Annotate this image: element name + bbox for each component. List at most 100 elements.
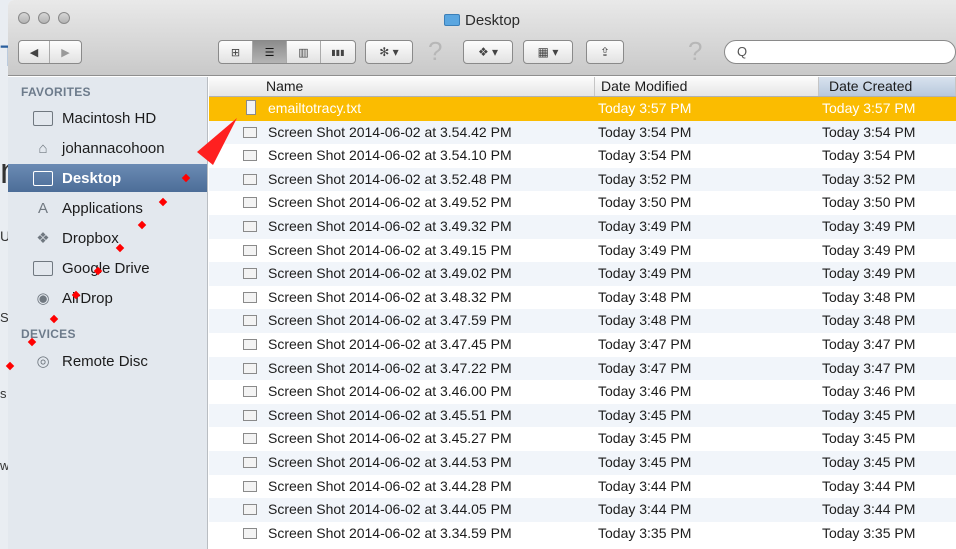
- image-file-icon: [243, 268, 257, 280]
- list-view-button[interactable]: ☰: [253, 41, 287, 63]
- sidebar: FAVORITES Macintosh HD ⌂ johannacohoon D…: [8, 77, 208, 549]
- sidebar-item-label: johannacohoon: [62, 139, 165, 157]
- table-row[interactable]: Screen Shot 2014-06-02 at 3.44.28 PM Toda…: [209, 475, 956, 499]
- date-created: Today 3:45 PM: [822, 430, 916, 447]
- help-icon: ?: [428, 36, 443, 66]
- table-row[interactable]: Screen Shot 2014-06-02 at 3.45.51 PM Toda…: [209, 403, 956, 428]
- column-view-button[interactable]: ▥: [287, 41, 321, 63]
- applications-icon: A: [37, 199, 48, 217]
- table-row[interactable]: Screen Shot 2014-06-02 at 3.44.05 PM Toda…: [209, 498, 956, 522]
- dropbox-menu-button[interactable]: ❖ ▾: [463, 40, 513, 64]
- image-file-icon: [243, 126, 257, 138]
- column-header-date-created[interactable]: Date Created: [819, 77, 956, 96]
- image-file-icon: [243, 527, 257, 539]
- hard-drive-icon: [32, 108, 54, 128]
- date-modified: Today 3:44 PM: [598, 477, 692, 494]
- sidebar-item-home[interactable]: ⌂ johannacohoon: [8, 134, 207, 162]
- file-name: Screen Shot 2014-06-02 at 3.48.32 PM: [268, 288, 512, 305]
- table-row[interactable]: Screen Shot 2014-06-02 at 3.49.32 PM Toda…: [209, 214, 956, 239]
- date-created: Today 3:46 PM: [822, 383, 916, 400]
- date-modified: Today 3:47 PM: [598, 359, 692, 376]
- image-file-icon: [243, 480, 257, 492]
- desktop-icon: [32, 168, 54, 188]
- cover-flow-button[interactable]: ▮▮▮: [321, 41, 355, 63]
- nav-buttons: ◀ ▶: [18, 40, 82, 64]
- table-row[interactable]: Screen Shot 2014-06-02 at 3.34.59 PM Toda…: [209, 522, 956, 546]
- sidebar-item-label: Remote Disc: [62, 352, 148, 370]
- sidebar-item-dropbox[interactable]: ❖ Dropbox: [8, 224, 207, 252]
- table-row[interactable]: Screen Shot 2014-06-02 at 3.49.52 PM Toda…: [209, 191, 956, 215]
- dropbox-icon: ❖: [36, 230, 50, 247]
- file-name: Screen Shot 2014-06-02 at 3.54.42 PM: [268, 123, 512, 140]
- action-menu-button[interactable]: ✻ ▾: [365, 40, 413, 64]
- date-modified: Today 3:49 PM: [598, 241, 692, 258]
- file-name: Screen Shot 2014-06-02 at 3.52.48 PM: [268, 170, 512, 187]
- sidebar-item-airdrop[interactable]: ◉ AirDrop: [8, 284, 207, 312]
- forward-button[interactable]: ▶: [50, 41, 81, 63]
- image-file-icon: [243, 291, 257, 303]
- image-file-icon: [243, 409, 257, 421]
- file-name: Screen Shot 2014-06-02 at 3.45.51 PM: [268, 406, 512, 423]
- file-name: Screen Shot 2014-06-02 at 3.44.28 PM: [268, 477, 512, 494]
- table-row[interactable]: Screen Shot 2014-06-02 at 3.44.53 PM Toda…: [209, 450, 956, 475]
- sidebar-item-label: AirDrop: [62, 289, 113, 307]
- date-created: Today 3:54 PM: [822, 147, 916, 164]
- table-row[interactable]: Screen Shot 2014-06-02 at 3.48.32 PM Toda…: [209, 286, 956, 310]
- date-modified: Today 3:45 PM: [598, 453, 692, 470]
- sidebar-item-label: Applications: [62, 199, 143, 217]
- sidebar-item-macintosh-hd[interactable]: Macintosh HD: [8, 104, 207, 132]
- date-created: Today 3:35 PM: [822, 524, 916, 541]
- table-row[interactable]: Screen Shot 2014-06-02 at 3.49.15 PM Toda…: [209, 239, 956, 263]
- table-row[interactable]: Screen Shot 2014-06-02 at 3.52.48 PM Toda…: [209, 167, 956, 192]
- file-name: Screen Shot 2014-06-02 at 3.47.22 PM: [268, 359, 512, 376]
- share-button[interactable]: ⇪: [586, 40, 624, 64]
- text-file-icon: [246, 100, 256, 115]
- sidebar-item-desktop[interactable]: Desktop: [8, 164, 207, 192]
- date-created: Today 3:52 PM: [822, 170, 916, 187]
- back-button[interactable]: ◀: [19, 41, 50, 63]
- image-file-icon: [243, 244, 257, 256]
- table-row[interactable]: Screen Shot 2014-06-02 at 3.47.22 PM Toda…: [209, 356, 956, 381]
- file-name: Screen Shot 2014-06-02 at 3.49.52 PM: [268, 194, 512, 211]
- date-modified: Today 3:49 PM: [598, 265, 692, 282]
- table-row[interactable]: Screen Shot 2014-06-02 at 3.54.10 PM Toda…: [209, 144, 956, 168]
- date-modified: Today 3:49 PM: [598, 217, 692, 234]
- icon-view-button[interactable]: ⊞: [219, 41, 253, 63]
- folder-icon: [32, 258, 54, 278]
- date-created: Today 3:48 PM: [822, 288, 916, 305]
- file-name: Screen Shot 2014-06-02 at 3.49.15 PM: [268, 241, 512, 258]
- date-modified: Today 3:48 PM: [598, 312, 692, 329]
- image-file-icon: [243, 456, 257, 468]
- table-row[interactable]: Screen Shot 2014-06-02 at 3.46.00 PM Toda…: [209, 380, 956, 404]
- sidebar-item-remote-disc[interactable]: ◎ Remote Disc: [8, 347, 207, 375]
- table-row[interactable]: Screen Shot 2014-06-02 at 3.47.45 PM Toda…: [209, 333, 956, 357]
- date-modified: Today 3:45 PM: [598, 430, 692, 447]
- date-modified: Today 3:54 PM: [598, 147, 692, 164]
- file-name: emailtotracy.txt: [268, 100, 362, 116]
- image-file-icon: [243, 220, 257, 232]
- date-created: Today 3:49 PM: [822, 241, 916, 258]
- date-created: Today 3:48 PM: [822, 312, 916, 329]
- arrange-menu-button[interactable]: ▦ ▾: [523, 40, 573, 64]
- table-row[interactable]: emailtotracy.txt Today 3:57 PM Today 3:57 …: [209, 97, 956, 121]
- table-row[interactable]: Screen Shot 2014-06-02 at 3.47.59 PM Toda…: [209, 309, 956, 333]
- column-header-name[interactable]: Name: [209, 77, 595, 96]
- table-row[interactable]: Screen Shot 2014-06-02 at 3.49.02 PM Toda…: [209, 262, 956, 286]
- image-file-icon: [243, 173, 257, 185]
- sidebar-item-label: Google Drive: [62, 259, 150, 277]
- image-file-icon: [243, 433, 257, 445]
- date-created: Today 3:45 PM: [822, 406, 916, 423]
- date-modified: Today 3:52 PM: [598, 170, 692, 187]
- sidebar-item-google-drive[interactable]: Google Drive: [8, 254, 207, 282]
- image-file-icon: [243, 386, 257, 398]
- table-row[interactable]: Screen Shot 2014-06-02 at 3.45.27 PM Toda…: [209, 427, 956, 451]
- date-modified: Today 3:48 PM: [598, 288, 692, 305]
- search-field[interactable]: Q: [724, 40, 956, 64]
- date-created: Today 3:44 PM: [822, 477, 916, 494]
- sidebar-item-applications[interactable]: A Applications: [8, 194, 207, 222]
- folder-icon: [443, 14, 460, 26]
- file-name: Screen Shot 2014-06-02 at 3.49.32 PM: [268, 217, 512, 234]
- column-header-date-modified[interactable]: Date Modified: [595, 77, 819, 96]
- table-row[interactable]: Screen Shot 2014-06-02 at 3.54.42 PM Toda…: [209, 120, 956, 145]
- home-icon: ⌂: [38, 139, 48, 157]
